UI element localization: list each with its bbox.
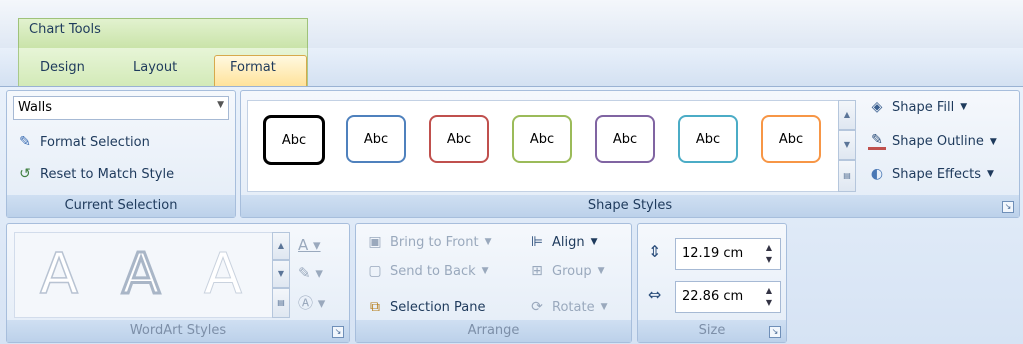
rotate-icon: ⟳ xyxy=(531,299,543,315)
size-label: Size xyxy=(638,320,786,342)
chevron-down-icon[interactable]: ▼ xyxy=(217,100,224,110)
chevron-down-icon: ▼ xyxy=(597,266,605,276)
chevron-down-icon: ▼ xyxy=(960,102,968,112)
tab-format[interactable]: Format xyxy=(230,60,276,75)
shape-style-5[interactable]: Abc xyxy=(595,115,655,163)
shape-height-icon: ⇕ xyxy=(648,242,662,261)
format-brush-icon: ✎ xyxy=(19,134,31,150)
reset-to-match-style-button[interactable]: ↺ Reset to Match Style xyxy=(16,165,174,183)
shape-width-field[interactable]: 22.86 cm ▲ ▼ xyxy=(675,281,781,313)
shape-style-3[interactable]: Abc xyxy=(429,115,489,163)
group-button[interactable]: ⊞ Group ▼ xyxy=(528,262,605,280)
bring-to-front-icon: ▣ xyxy=(368,234,382,250)
shape-style-4[interactable]: Abc xyxy=(512,115,572,163)
shape-styles-label: Shape Styles xyxy=(241,195,1019,217)
text-fill-icon: A ▾ xyxy=(298,236,321,254)
wordart-launcher-icon[interactable]: ↘ xyxy=(332,326,344,338)
text-effects-icon: Ⓐ ▾ xyxy=(298,294,326,312)
wordart-style-2[interactable]: A xyxy=(104,240,178,310)
shape-outline-button[interactable]: ✎ Shape Outline ▼ xyxy=(868,133,997,150)
shape-width-icon: ⇔ xyxy=(648,285,662,304)
selection-pane-icon: ⧉ xyxy=(370,299,380,315)
wordart-more-icon[interactable]: ▤ xyxy=(272,288,290,318)
wordart-style-3[interactable]: A xyxy=(186,240,260,310)
current-selection-label: Current Selection xyxy=(7,195,235,217)
format-selection-button[interactable]: ✎ Format Selection xyxy=(16,133,150,151)
shape-style-2[interactable]: Abc xyxy=(346,115,406,163)
group-icon: ⊞ xyxy=(531,263,543,279)
shape-style-1[interactable]: Abc xyxy=(263,115,325,165)
shape-style-6[interactable]: Abc xyxy=(678,115,738,163)
text-outline-icon: ✎ ▾ xyxy=(298,264,323,282)
tab-design[interactable]: Design xyxy=(40,60,85,75)
align-button[interactable]: ⊫ Align ▼ xyxy=(528,233,598,251)
chart-elements-dropdown[interactable]: Walls ▼ xyxy=(13,96,229,120)
pencil-icon: ✎ xyxy=(868,133,886,150)
chevron-down-icon: ▼ xyxy=(600,302,608,312)
spin-up-icon[interactable]: ▲ xyxy=(766,286,772,295)
chart-tools-label: Chart Tools xyxy=(29,22,101,37)
selection-pane-button[interactable]: ⧉ Selection Pane xyxy=(366,298,486,316)
bring-to-front-button[interactable]: ▣ Bring to Front ▼ xyxy=(366,233,491,251)
reset-style-icon: ↺ xyxy=(19,166,31,182)
spin-down-icon[interactable]: ▼ xyxy=(766,255,772,264)
shape-styles-launcher-icon[interactable]: ↘ xyxy=(1002,201,1014,213)
shape-effects-icon: ◐ xyxy=(870,166,884,182)
spin-up-icon[interactable]: ▲ xyxy=(766,243,772,252)
align-icon: ⊫ xyxy=(530,234,544,250)
rotate-button[interactable]: ⟳ Rotate ▼ xyxy=(528,298,607,316)
shape-height-field[interactable]: 12.19 cm ▲ ▼ xyxy=(675,238,781,270)
wordart-styles-label: WordArt Styles xyxy=(7,320,349,342)
chevron-down-icon: ▼ xyxy=(590,237,598,247)
gallery-more-icon[interactable]: ▤ xyxy=(838,160,856,192)
send-to-back-button[interactable]: ▢ Send to Back ▼ xyxy=(366,262,489,280)
send-to-back-icon: ▢ xyxy=(368,263,382,279)
spin-down-icon[interactable]: ▼ xyxy=(766,298,772,307)
chevron-down-icon: ▼ xyxy=(484,237,492,247)
gallery-scroll-up-icon[interactable]: ▲ xyxy=(838,100,856,130)
tab-layout[interactable]: Layout xyxy=(133,60,177,75)
chevron-down-icon: ▼ xyxy=(481,266,489,276)
paint-bucket-icon: ◈ xyxy=(871,99,883,115)
shape-fill-button[interactable]: ◈ Shape Fill ▼ xyxy=(868,98,968,116)
wordart-style-1[interactable]: A xyxy=(22,240,96,310)
chart-elements-value: Walls xyxy=(18,100,52,115)
wordart-scroll-down-icon[interactable]: ▼ xyxy=(272,260,290,288)
gallery-scroll-down-icon[interactable]: ▼ xyxy=(838,130,856,160)
shape-style-7[interactable]: Abc xyxy=(761,115,821,163)
chevron-down-icon: ▼ xyxy=(987,169,994,179)
chevron-down-icon: ▼ xyxy=(989,136,997,147)
wordart-scroll-up-icon[interactable]: ▲ xyxy=(272,232,290,260)
shape-effects-button[interactable]: ◐ Shape Effects ▼ xyxy=(868,165,994,183)
size-launcher-icon[interactable]: ↘ xyxy=(769,326,781,338)
arrange-label: Arrange xyxy=(356,320,631,342)
